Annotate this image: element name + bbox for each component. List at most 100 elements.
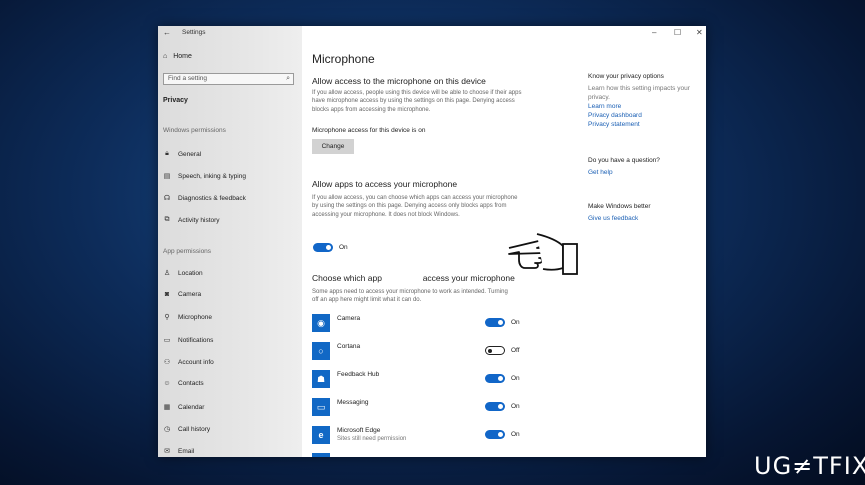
learn-more-link[interactable]: Learn more <box>588 102 698 111</box>
app-row-cortana: ○ Cortana Off <box>312 342 532 362</box>
toggle-state-label: On <box>511 403 520 410</box>
sidebar-item-notifications[interactable]: ▭ Notifications <box>163 336 214 345</box>
account-icon: ⚇ <box>163 359 171 366</box>
main-content: – ☐ ✕ Microphone Allow access to the mic… <box>302 26 706 457</box>
camera-app-icon: ◉ <box>312 314 330 332</box>
lock-icon: 🔒︎ <box>165 150 169 157</box>
app-name: Microsoft Edge <box>337 427 381 434</box>
app-row-microsoft-edge: e Microsoft Edge Sites still need permis… <box>312 426 532 446</box>
call-history-icon: ◷ <box>163 426 171 433</box>
app-row-camera: ◉ Camera On <box>312 314 532 334</box>
email-icon: ✉ <box>164 448 170 455</box>
sidebar-item-label: Call history <box>178 425 211 433</box>
search-input[interactable]: Find a setting ⌕ <box>163 73 294 85</box>
messaging-toggle[interactable] <box>485 402 505 411</box>
choose-heading-part-2: access your microphone <box>422 273 515 283</box>
search-placeholder: Find a setting <box>168 75 208 82</box>
windows-permissions-header: Windows permissions <box>163 127 226 134</box>
toggle-state-label: Off <box>511 347 520 354</box>
app-subtitle: Sites still need permission <box>337 436 407 442</box>
back-arrow-icon[interactable]: ← <box>163 28 171 37</box>
edge-toggle[interactable] <box>485 430 505 439</box>
toggle-state-label: On <box>511 319 520 326</box>
window-title: Settings <box>182 29 206 36</box>
location-icon: ♙ <box>163 270 171 277</box>
sidebar-item-account-info[interactable]: ⚇ Account info <box>163 358 214 367</box>
page-title: Microphone <box>312 52 375 66</box>
sidebar-item-microphone[interactable]: ⚲ Microphone <box>163 313 212 322</box>
app-name: Feedback Hub <box>337 371 380 378</box>
feedback-hub-toggle[interactable] <box>485 374 505 383</box>
search-icon: ⌕ <box>286 75 290 82</box>
sidebar-item-call-history[interactable]: ◷ Call history <box>163 425 211 434</box>
device-access-description: If you allow access, people using this d… <box>312 90 522 113</box>
device-access-status: Microphone access for this device is on <box>312 127 426 134</box>
app-permissions-header: App permissions <box>163 248 212 255</box>
toggle-state-label: On <box>511 375 520 382</box>
diagnostics-icon: ☊ <box>163 195 171 202</box>
partial-app-icon <box>312 453 330 457</box>
sidebar-item-location[interactable]: ♙ Location <box>163 269 203 278</box>
sidebar-item-calendar[interactable]: ▦ Calendar <box>163 403 205 412</box>
sidebar-item-label: Camera <box>178 291 202 298</box>
apps-access-heading: Allow apps to access your microphone <box>312 179 458 189</box>
sidebar-item-label: Location <box>178 269 203 277</box>
privacy-options-description: Learn how this setting impacts your priv… <box>588 85 690 101</box>
privacy-options-heading: Know your privacy options <box>588 73 664 80</box>
sidebar-item-diagnostics[interactable]: ☊ Diagnostics & feedback <box>163 194 246 203</box>
device-access-heading: Allow access to the microphone on this d… <box>312 76 486 86</box>
sidebar-item-label: Contacts <box>178 380 204 387</box>
app-row-partial <box>312 453 532 457</box>
toggle-knob <box>498 404 503 409</box>
sidebar-item-label: Calendar <box>178 403 205 411</box>
sidebar-item-home[interactable]: ⌂ Home <box>163 53 192 60</box>
sidebar-item-contacts[interactable]: ☺ Contacts <box>163 380 204 387</box>
apps-access-toggle[interactable] <box>313 243 333 252</box>
maximize-button[interactable]: ☐ <box>674 28 681 37</box>
change-button[interactable]: Change <box>312 139 354 154</box>
sidebar-item-activity-history[interactable]: ⧉ Activity history <box>163 216 220 224</box>
sidebar-item-label: Diagnostics & feedback <box>178 194 246 202</box>
privacy-options-panel: Know your privacy options Learn how this… <box>588 72 698 129</box>
calendar-icon: ▦ <box>163 404 171 411</box>
privacy-statement-link[interactable]: Privacy statement <box>588 120 698 129</box>
close-button[interactable]: ✕ <box>696 28 703 37</box>
feedback-hub-app-icon: ☗ <box>312 370 330 388</box>
give-feedback-link[interactable]: Give us feedback <box>588 214 698 223</box>
apps-access-toggle-label: On <box>339 244 348 251</box>
question-panel: Do you have a question? Get help <box>588 156 698 177</box>
messaging-app-icon: ▭ <box>312 398 330 416</box>
minimize-button[interactable]: – <box>652 28 656 37</box>
toggle-knob <box>498 320 503 325</box>
choose-apps-heading: Choose which app access your microphone <box>312 273 515 283</box>
privacy-dashboard-link[interactable]: Privacy dashboard <box>588 111 698 120</box>
sidebar-item-label: Email <box>178 447 195 455</box>
app-name: Cortana <box>337 343 361 350</box>
home-icon: ⌂ <box>163 53 168 60</box>
camera-icon: ◙ <box>164 291 170 298</box>
contacts-icon: ☺ <box>163 380 171 387</box>
home-label: Home <box>173 53 192 60</box>
camera-toggle[interactable] <box>485 318 505 327</box>
get-help-link[interactable]: Get help <box>588 168 698 177</box>
cortana-toggle[interactable] <box>485 346 505 355</box>
sidebar-item-general[interactable]: 🔒︎ General <box>163 150 201 158</box>
notifications-icon: ▭ <box>163 337 171 344</box>
question-heading: Do you have a question? <box>588 157 660 164</box>
section-title-privacy: Privacy <box>163 97 188 104</box>
sidebar-item-email[interactable]: ✉ Email <box>163 447 195 456</box>
feedback-panel: Make Windows better Give us feedback <box>588 202 698 223</box>
sidebar-item-label: Speech, inking & typing <box>178 172 246 180</box>
sidebar-item-speech[interactable]: ▤ Speech, inking & typing <box>163 172 246 181</box>
microphone-icon: ⚲ <box>164 314 170 321</box>
sidebar: ← Settings ⌂ Home Find a setting ⌕ Priva… <box>158 26 302 457</box>
choose-heading-part-1: Choose which app <box>312 273 382 283</box>
choose-apps-description: Some apps need to access your microphone… <box>312 289 508 304</box>
sidebar-item-camera[interactable]: ◙ Camera <box>163 291 201 298</box>
app-row-messaging: ▭ Messaging On <box>312 398 532 418</box>
cortana-app-icon: ○ <box>312 342 330 360</box>
sidebar-item-label: Microphone <box>178 313 212 321</box>
edge-app-icon: e <box>312 426 330 444</box>
watermark-logo: UG≠TFIX <box>754 452 865 480</box>
apps-access-description: If you allow access, you can choose whic… <box>312 195 518 218</box>
